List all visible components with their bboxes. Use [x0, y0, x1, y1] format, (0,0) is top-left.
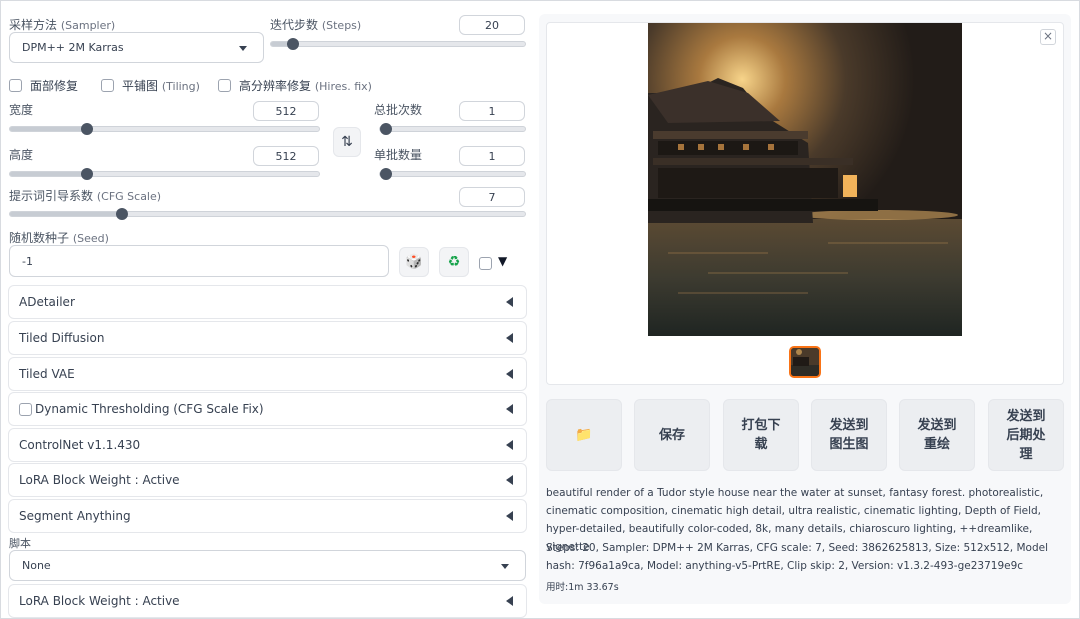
gallery-thumbnail[interactable] — [789, 346, 821, 378]
steps-slider-thumb[interactable] — [286, 38, 299, 50]
hires-fix-checkbox[interactable] — [218, 79, 231, 92]
accordion-dynamic-thresholding[interactable]: Dynamic Thresholding (CFG Scale Fix) — [8, 392, 527, 426]
batch-size-slider-thumb[interactable] — [380, 168, 392, 180]
open-folder-button[interactable]: 📁 — [546, 399, 622, 471]
send-to-img2img-button[interactable]: 发送到图生图 — [811, 399, 887, 471]
checkbox-hires-fix[interactable]: 高分辨率修复 (Hires. fix) — [218, 77, 372, 94]
collapse-triangle-icon — [506, 404, 513, 414]
batch-count-input[interactable]: 1 — [459, 101, 525, 121]
collapse-triangle-icon — [506, 297, 513, 307]
accordion-adetailer[interactable]: ADetailer — [8, 285, 527, 319]
batch-count-slider[interactable] — [379, 123, 526, 135]
script-label: 脚本 — [9, 537, 31, 550]
collapse-triangle-icon — [506, 440, 513, 450]
batch-size-input[interactable]: 1 — [459, 146, 525, 166]
swap-dimensions-button[interactable]: ⇅ — [333, 127, 361, 157]
steps-label: 迭代步数 (Steps) — [270, 18, 362, 32]
sampler-label: 采样方法 (Sampler) — [9, 18, 116, 32]
width-input[interactable]: 512 — [253, 101, 319, 121]
cfg-label: 提示词引导系数 (CFG Scale) — [9, 189, 162, 203]
batch-count-label: 总批次数 — [374, 103, 423, 117]
tiling-checkbox[interactable] — [101, 79, 114, 92]
accordion-tiled-diffusion[interactable]: Tiled Diffusion — [8, 321, 527, 355]
height-input[interactable]: 512 — [253, 146, 319, 166]
folder-icon: 📁 — [575, 426, 593, 443]
chevron-down-icon — [239, 45, 247, 51]
width-slider[interactable] — [9, 123, 320, 135]
save-button[interactable]: 保存 — [634, 399, 710, 471]
accordion-segment-anything[interactable]: Segment Anything — [8, 499, 527, 533]
swap-icon: ⇅ — [341, 134, 353, 150]
width-slider-thumb[interactable] — [81, 123, 94, 135]
cfg-input[interactable]: 7 — [459, 187, 525, 207]
seed-label: 随机数种子 (Seed) — [9, 231, 109, 245]
script-dropdown[interactable]: None — [9, 550, 526, 581]
accordion-script-lora-block-weight[interactable]: LoRA Block Weight : Active — [8, 584, 527, 618]
generation-time: 用时:1m 33.67s — [546, 582, 619, 593]
chevron-down-icon — [501, 563, 509, 569]
top-divider — [0, 0, 800, 3]
cfg-slider[interactable] — [9, 208, 526, 220]
cfg-slider-thumb[interactable] — [115, 208, 128, 220]
collapse-triangle-icon — [506, 475, 513, 485]
accordion-controlnet[interactable]: ControlNet v1.1.430 — [8, 428, 527, 462]
output-params-text: Steps: 20, Sampler: DPM++ 2M Karras, CFG… — [546, 542, 1048, 572]
recycle-icon: ♻ — [447, 254, 461, 270]
extra-seed-toggle-icon[interactable]: ▼ — [498, 254, 507, 268]
batch-count-slider-thumb[interactable] — [380, 123, 392, 135]
dice-icon: 🎲 — [405, 254, 423, 270]
collapse-triangle-icon — [506, 333, 513, 343]
send-to-inpaint-button[interactable]: 发送到重绘 — [899, 399, 975, 471]
sampler-value: DPM++ 2M Karras — [22, 41, 124, 54]
dynamic-thresholding-checkbox[interactable] — [19, 402, 32, 416]
send-to-extras-button[interactable]: 发送到后期处理 — [988, 399, 1064, 471]
seed-input[interactable]: -1 — [9, 245, 389, 277]
face-restore-checkbox[interactable] — [9, 79, 22, 92]
checkbox-face-restore[interactable]: 面部修复 — [9, 77, 78, 94]
random-seed-button[interactable]: 🎲 — [399, 247, 429, 277]
batch-size-label: 单批数量 — [374, 148, 423, 162]
collapse-triangle-icon — [506, 369, 513, 379]
accordion-tiled-vae[interactable]: Tiled VAE — [8, 357, 527, 391]
zip-button[interactable]: 打包下载 — [723, 399, 799, 471]
sampler-dropdown[interactable]: DPM++ 2M Karras — [9, 32, 264, 63]
extra-seed-checkbox[interactable] — [479, 257, 492, 270]
accordion-lora-block-weight[interactable]: LoRA Block Weight : Active — [8, 463, 527, 497]
steps-input[interactable]: 20 — [459, 15, 525, 35]
steps-slider[interactable] — [270, 38, 526, 50]
batch-size-slider[interactable] — [379, 168, 526, 180]
width-label: 宽度 — [9, 103, 34, 117]
height-slider[interactable] — [9, 168, 320, 180]
close-icon[interactable]: × — [1040, 29, 1056, 45]
height-label: 高度 — [9, 148, 34, 162]
collapse-triangle-icon — [506, 511, 513, 521]
generated-image[interactable] — [648, 23, 962, 336]
collapse-triangle-icon — [506, 596, 513, 606]
height-slider-thumb[interactable] — [81, 168, 94, 180]
checkbox-tiling[interactable]: 平铺图 (Tiling) — [101, 77, 200, 94]
reuse-seed-button[interactable]: ♻ — [439, 247, 469, 277]
